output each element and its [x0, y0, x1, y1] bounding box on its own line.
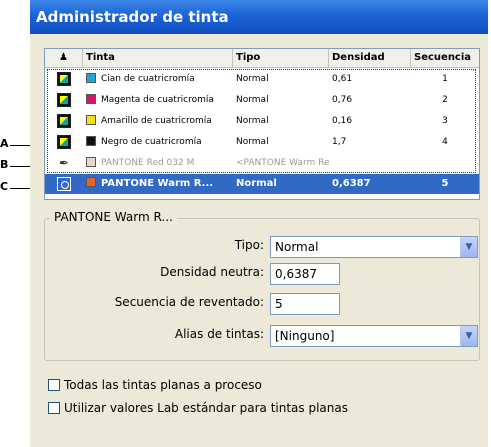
- ink-cell-density: 0,76: [329, 90, 411, 110]
- ink-table-row[interactable]: Magenta de cuatricromía Normal 0,76 2: [45, 90, 479, 110]
- ink-alias-select-value: [Ninguno]: [275, 329, 335, 343]
- callout-c: C: [0, 180, 9, 193]
- callout-a: A: [0, 137, 9, 150]
- ink-cell-type-text: Normal: [236, 116, 269, 126]
- ink-cell-name-text: Magenta de cuatricromía: [101, 95, 214, 105]
- process-ink-icon[interactable]: [57, 72, 71, 86]
- ink-cell-sequence-text: 5: [441, 178, 449, 189]
- ink-table-row[interactable]: ✒ PANTONE Red 032 M <PANTONE Warm Red C>: [45, 153, 479, 173]
- type-label: Tipo:: [234, 238, 264, 252]
- dialog-title: Administrador de tinta: [30, 0, 488, 34]
- callout-b: B: [0, 158, 9, 171]
- all-spots-to-process-label[interactable]: Todas las tintas planas a proceso: [64, 378, 262, 392]
- ink-alias-label: Alias de tintas:: [174, 327, 264, 341]
- ink-cell-density-text: 0,76: [332, 95, 353, 105]
- neutral-density-input[interactable]: 0,6387: [270, 263, 340, 285]
- ink-details-title: PANTONE Warm R...: [50, 210, 177, 224]
- all-spots-to-process-checkbox[interactable]: [48, 379, 60, 391]
- ink-table-row[interactable]: Cian de cuatricromía Normal 0,61 1: [45, 69, 479, 89]
- ink-cell-type: Normal: [233, 90, 329, 110]
- color-swatch-icon: [86, 177, 96, 187]
- ink-cell-density: [329, 153, 411, 173]
- alias-ink-icon[interactable]: ✒: [57, 156, 71, 170]
- ink-cell-type: Normal: [233, 69, 329, 89]
- chevron-down-icon[interactable]: ▼: [460, 237, 477, 257]
- ink-cell-sequence: 2: [411, 90, 479, 110]
- type-select[interactable]: Normal ▼: [270, 236, 478, 258]
- ink-cell-density-text: 0,16: [332, 116, 353, 126]
- ink-cell-sequence: 4: [411, 132, 479, 152]
- ink-cell-density: 0,16: [329, 111, 411, 131]
- ink-cell-name: PANTONE Warm R...: [83, 174, 233, 194]
- ink-cell-type: Normal: [233, 132, 329, 152]
- ink-cell-density-text: 1,7: [332, 137, 347, 147]
- ink-cell-type: <PANTONE Warm Red C>: [233, 153, 329, 173]
- chevron-down-icon[interactable]: ▼: [460, 326, 477, 346]
- color-swatch-icon: [86, 156, 96, 167]
- ink-cell-name-text: Cian de cuatricromía: [101, 74, 195, 84]
- ink-cell-sequence: 3: [411, 111, 479, 131]
- ink-cell-name: Negro de cuatricromía: [83, 132, 233, 152]
- ink-table-row[interactable]: Negro de cuatricromía Normal 1,7 4: [45, 132, 479, 152]
- ink-cell-sequence-text: 1: [442, 74, 448, 84]
- ink-table-row[interactable]: Amarillo de cuatricromía Normal 0,16 3: [45, 111, 479, 131]
- ink-cell-type-text: Normal: [236, 74, 269, 84]
- use-lab-values-checkbox[interactable]: [48, 402, 60, 414]
- ink-alias-select[interactable]: [Ninguno] ▼: [270, 325, 478, 347]
- ink-cell-name-text: PANTONE Warm R...: [101, 178, 214, 189]
- ink-cell-name-text: PANTONE Red 032 M: [101, 158, 195, 168]
- ink-table-row[interactable]: PANTONE Warm R... Normal 0,6387 5: [45, 174, 479, 194]
- ink-cell-type: Normal: [233, 174, 329, 194]
- ink-cell-sequence: 5: [411, 174, 479, 194]
- process-ink-icon[interactable]: [57, 93, 71, 107]
- ink-cell-sequence-text: 2: [442, 95, 448, 105]
- ink-cell-sequence-text: 3: [442, 116, 448, 126]
- ink-manager-dialog: Administrador de tinta ♟ Tinta Tipo Dens…: [30, 0, 488, 447]
- ink-table-header: ♟ Tinta Tipo Densidad Secuencia: [45, 49, 479, 68]
- color-swatch-icon: [86, 72, 96, 83]
- ink-cell-name-text: Amarillo de cuatricromía: [101, 116, 212, 126]
- ink-cell-sequence: 1: [411, 69, 479, 89]
- ink-cell-type-text: Normal: [236, 137, 269, 147]
- ink-cell-name: Amarillo de cuatricromía: [83, 111, 233, 131]
- ink-cell-type-text: <PANTONE Warm Red C>: [236, 158, 329, 168]
- column-header-type[interactable]: Tipo: [233, 49, 329, 67]
- ink-cell-density: 0,6387: [329, 174, 411, 194]
- ink-cell-type-text: Normal: [236, 178, 277, 189]
- color-swatch-icon: [86, 135, 96, 146]
- use-lab-values-label[interactable]: Utilizar valores Lab estándar para tinta…: [64, 401, 348, 415]
- ink-cell-name: Cian de cuatricromía: [83, 69, 233, 89]
- ink-cell-density-text: 0,6387: [332, 178, 371, 189]
- ink-cell-density-text: 0,61: [332, 74, 353, 84]
- ink-cell-type-text: Normal: [236, 95, 269, 105]
- process-ink-icon[interactable]: [57, 135, 71, 149]
- ink-type-icon-header[interactable]: ♟: [45, 49, 83, 67]
- ink-cell-name-text: Negro de cuatricromía: [101, 137, 202, 147]
- ink-cell-density: 0,61: [329, 69, 411, 89]
- process-ink-icon[interactable]: [57, 114, 71, 128]
- ink-cell-sequence-text: 4: [442, 137, 448, 147]
- type-select-value: Normal: [275, 240, 319, 254]
- column-header-density[interactable]: Densidad: [329, 49, 411, 67]
- ink-cell-name: Magenta de cuatricromía: [83, 90, 233, 110]
- column-header-ink[interactable]: Tinta: [83, 49, 233, 67]
- ink-icon: ♟: [59, 52, 68, 63]
- trap-sequence-label: Secuencia de reventado:: [114, 295, 264, 309]
- ink-cell-name: PANTONE Red 032 M: [83, 153, 233, 173]
- column-header-sequence[interactable]: Secuencia: [411, 49, 479, 67]
- ink-cell-type: Normal: [233, 111, 329, 131]
- trap-sequence-input[interactable]: 5: [270, 293, 340, 315]
- spot-ink-icon[interactable]: [57, 177, 71, 191]
- color-swatch-icon: [86, 93, 96, 104]
- ink-table[interactable]: ♟ Tinta Tipo Densidad Secuencia Cian de …: [44, 48, 480, 200]
- ink-cell-density: 1,7: [329, 132, 411, 152]
- ink-cell-sequence: [411, 153, 479, 173]
- neutral-density-label: Densidad neutra:: [160, 265, 264, 279]
- color-swatch-icon: [86, 114, 96, 125]
